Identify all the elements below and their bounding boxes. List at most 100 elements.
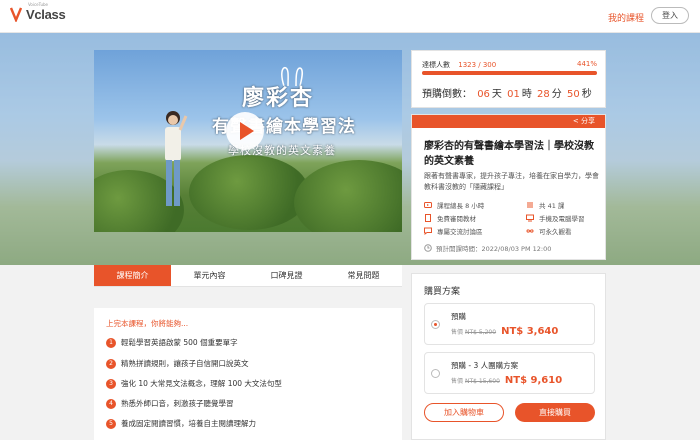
plan-current-price: NT$ 3,640 bbox=[501, 326, 559, 337]
progress-fill bbox=[422, 71, 597, 75]
stats-percent: 441% bbox=[576, 60, 597, 68]
progress-bar bbox=[422, 71, 597, 75]
stats-label: 達標人數 bbox=[422, 61, 450, 69]
device-icon bbox=[526, 214, 534, 222]
stats-count: 1323 / 300 bbox=[458, 61, 497, 69]
list-item-text: 強化 10 大常見文法概念，理解 100 大文法句型 bbox=[121, 379, 282, 388]
plan-option-preorder[interactable]: 預購 售價 NT$ 5,200 NT$ 3,640 bbox=[424, 303, 595, 345]
course-title: 廖彩杏的有聲書繪本學習法｜學校沒教的英文素養 bbox=[424, 141, 594, 167]
stats-label-group: 達標人數 1323 / 300 bbox=[422, 60, 496, 70]
countdown-seconds-unit: 秒 bbox=[581, 89, 592, 100]
feature-label: 手機及電腦學習 bbox=[539, 215, 585, 223]
feature-label: 可永久觀看 bbox=[539, 228, 572, 236]
tab-intro[interactable]: 課程簡介 bbox=[94, 265, 171, 286]
logo-sub: VoiceTube bbox=[28, 2, 49, 7]
list-item: 5 養成固定閱讀習慣，培養自主閱讀理解力 bbox=[106, 418, 256, 429]
list-item-text: 養成固定閱讀習慣，培養自主閱讀理解力 bbox=[121, 419, 256, 428]
plan-name: 預購 - 3 人團購方案 bbox=[451, 361, 519, 370]
feature-item: 課程總長 8 小時 bbox=[424, 200, 526, 210]
clock-icon bbox=[424, 244, 432, 252]
plan-radio[interactable] bbox=[431, 320, 440, 329]
countdown-minutes-unit: 分 bbox=[551, 89, 562, 100]
feature-label: 課程總長 8 小時 bbox=[437, 202, 485, 210]
share-button[interactable]: < 分享 bbox=[573, 116, 595, 126]
feature-label: 共 41 課 bbox=[539, 202, 565, 210]
list-item-text: 熟悉外師口音，刺激孩子聽覺學習 bbox=[121, 399, 234, 408]
list-item: 4 熟悉外師口音，刺激孩子聽覺學習 bbox=[106, 398, 234, 409]
plan-price-label: 售價 bbox=[451, 378, 464, 385]
video-title-line1: 廖彩杏 bbox=[242, 85, 315, 111]
bush-decor bbox=[189, 155, 309, 230]
countdown-hours-unit: 時 bbox=[521, 89, 532, 100]
purchase-title: 購買方案 bbox=[424, 287, 461, 297]
purchase-panel: 購買方案 預購 售價 NT$ 5,200 NT$ 3,640 預購 - 3 人團… bbox=[411, 273, 606, 440]
number-badge: 3 bbox=[106, 378, 116, 389]
plan-radio[interactable] bbox=[431, 369, 440, 378]
content-tabs: 課程簡介 單元內容 口碑見證 常見問題 bbox=[94, 265, 402, 287]
countdown-days-unit: 天 bbox=[491, 89, 502, 100]
feature-item: 免費審閱教材 bbox=[424, 213, 526, 223]
login-button[interactable]: 登入 bbox=[651, 7, 689, 24]
add-to-cart-button[interactable]: 加入購物車 bbox=[424, 403, 504, 422]
tab-units[interactable]: 單元內容 bbox=[171, 265, 248, 286]
feature-label: 免費審閱教材 bbox=[437, 215, 476, 223]
plan-name: 預購 bbox=[451, 312, 466, 321]
launch-time-label: 預計開課時間：2022/08/03 PM 12:00 bbox=[436, 245, 552, 253]
buy-now-button[interactable]: 直接購買 bbox=[515, 403, 595, 422]
plan-price-label: 售價 bbox=[451, 329, 464, 336]
countdown-seconds: 50 bbox=[566, 89, 580, 100]
learning-outcomes-title: 上完本課程，你將能夠... bbox=[106, 319, 189, 328]
countdown: 預購倒數： 06 天 01 時 28 分 50 秒 bbox=[422, 85, 592, 100]
course-description: 跟著有聲書專家，提升孩子專注，培養在家自學力，學會教科書沒教的「隱藏課程」 bbox=[424, 172, 599, 191]
feature-item: 專屬交流討論區 bbox=[424, 226, 526, 236]
file-icon bbox=[424, 214, 432, 222]
chat-icon bbox=[424, 227, 432, 235]
countdown-hours: 01 bbox=[507, 89, 520, 100]
plan-current-price: NT$ 9,610 bbox=[504, 375, 563, 386]
countdown-minutes: 28 bbox=[537, 89, 550, 100]
video-icon bbox=[424, 201, 432, 209]
logo-text: Vclass bbox=[26, 6, 66, 22]
my-courses-link[interactable]: 我的課程 bbox=[608, 11, 644, 24]
plan-original-price: NT$ 15,600 bbox=[465, 378, 500, 385]
logo-mark-icon bbox=[10, 6, 22, 22]
infinity-icon bbox=[526, 227, 534, 235]
course-video[interactable]: 廖彩杏 有聲書繪本學習法 學校沒教的英文素養 bbox=[94, 50, 402, 232]
tab-faq[interactable]: 常見問題 bbox=[325, 265, 402, 286]
list-icon bbox=[526, 201, 534, 209]
share-icon: < bbox=[572, 117, 579, 125]
stats-row: 達標人數 1323 / 300 441% bbox=[422, 60, 597, 70]
feature-item: 手機及電腦學習 bbox=[526, 213, 604, 223]
tab-reviews[interactable]: 口碑見證 bbox=[248, 265, 325, 286]
top-nav: VoiceTube Vclass 我的課程 登入 bbox=[0, 0, 700, 33]
number-badge: 2 bbox=[106, 358, 116, 369]
course-info: < 分享 廖彩杏的有聲書繪本學習法｜學校沒教的英文素養 跟著有聲書專家，提升孩子… bbox=[411, 114, 606, 260]
feature-item: 可永久觀看 bbox=[526, 226, 604, 236]
list-item: 1 輕鬆學習英語啟蒙 500 個重要單字 bbox=[106, 337, 238, 348]
number-badge: 1 bbox=[106, 337, 116, 348]
list-item: 2 精熟拼讀規則，讓孩子自信開口說英文 bbox=[106, 358, 249, 369]
feature-item: 共 41 課 bbox=[526, 200, 604, 210]
number-badge: 5 bbox=[106, 418, 116, 429]
learning-outcomes: 上完本課程，你將能夠... 1 輕鬆學習英語啟蒙 500 個重要單字 2 精熟拼讀規… bbox=[94, 308, 402, 440]
funding-stats: 達標人數 1323 / 300 441% 預購倒數： 06 天 01 時 28 分 5… bbox=[411, 50, 606, 108]
list-item-text: 輕鬆學習英語啟蒙 500 個重要單字 bbox=[121, 338, 238, 347]
list-item-text: 精熟拼讀規則，讓孩子自信開口說英文 bbox=[121, 359, 249, 368]
play-button[interactable] bbox=[226, 112, 264, 150]
countdown-prefix: 預購倒數： bbox=[422, 89, 472, 100]
plan-price: 售價 NT$ 5,200 NT$ 3,640 bbox=[451, 326, 558, 337]
feature-label: 專屬交流討論區 bbox=[437, 228, 483, 236]
info-header-bar: < 分享 bbox=[412, 115, 605, 128]
feature-list: 課程總長 8 小時 共 41 課 免費審閱教材 手機及電腦學習 專屬交流討論區 … bbox=[424, 200, 604, 236]
plan-price: 售價 NT$ 15,600 NT$ 9,610 bbox=[451, 375, 562, 386]
plan-original-price: NT$ 5,200 bbox=[465, 329, 497, 336]
list-item: 3 強化 10 大常見文法概念，理解 100 大文法句型 bbox=[106, 378, 282, 389]
countdown-days: 06 bbox=[477, 89, 490, 100]
number-badge: 4 bbox=[106, 398, 116, 409]
presenter-figure bbox=[165, 111, 188, 206]
share-label: 分享 bbox=[581, 117, 595, 125]
logo[interactable]: VoiceTube Vclass bbox=[10, 2, 66, 22]
plan-option-group[interactable]: 預購 - 3 人團購方案 售價 NT$ 15,600 NT$ 9,610 bbox=[424, 352, 595, 394]
launch-time: 預計開課時間：2022/08/03 PM 12:00 bbox=[424, 243, 551, 253]
bush-decor bbox=[294, 160, 402, 232]
